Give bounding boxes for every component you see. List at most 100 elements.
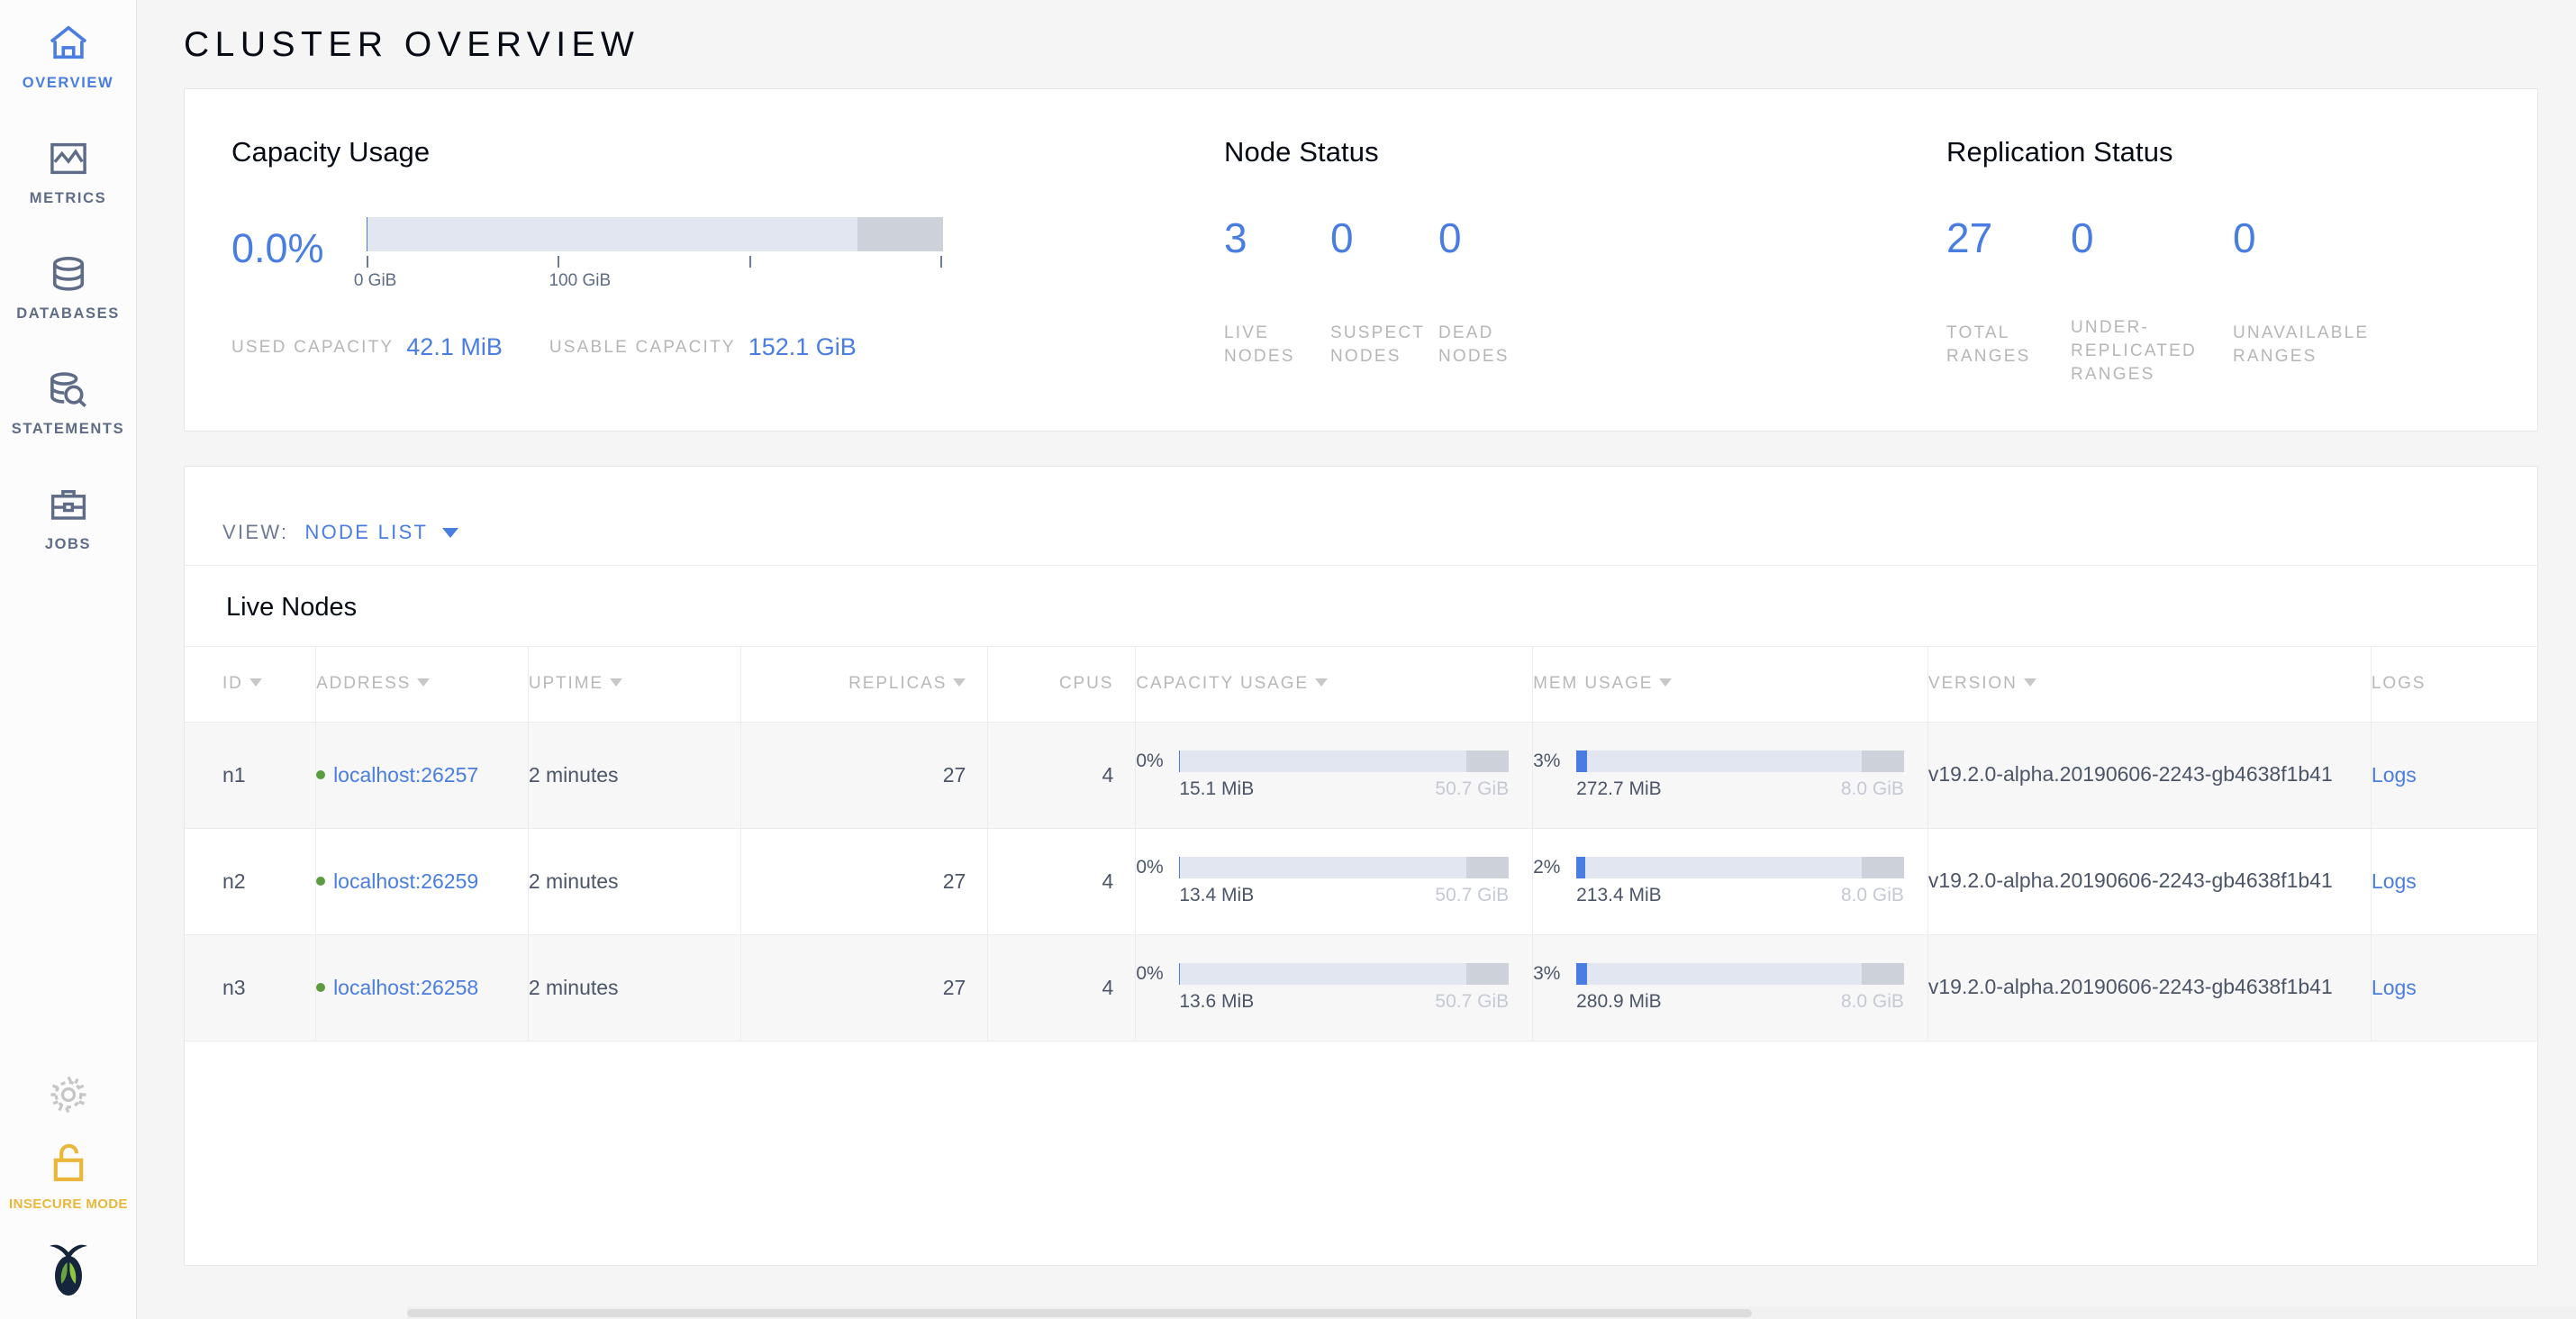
replication-status-section: Replication Status 27 TOTAL RANGES 0 UND…: [1918, 136, 2537, 387]
capacity-percent: 0%: [1136, 750, 1179, 772]
sidebar-bottom: INSECURE MODE: [0, 1074, 137, 1319]
cell-cpus: 4: [988, 934, 1136, 1041]
usable-capacity-label: USABLE CAPACITY: [549, 336, 736, 359]
sort-arrow-icon[interactable]: [1315, 678, 1328, 687]
column-label: CPUS: [1059, 674, 1113, 693]
version-text: v19.2.0-alpha.20190606-2243-gb4638f1b41: [1928, 975, 2333, 998]
counter-value: 0: [1438, 217, 1565, 316]
main-content: CLUSTER OVERVIEW Capacity Usage 0.0%: [137, 0, 2576, 1319]
view-value[interactable]: NODE LIST: [304, 521, 428, 544]
cell-address: localhost:26257: [316, 722, 529, 828]
logs-link[interactable]: Logs: [2372, 869, 2417, 893]
capacity-gauge-ticks: [367, 256, 943, 268]
sidebar-item-overview[interactable]: OVERVIEW: [0, 20, 137, 92]
database-search-icon: [49, 366, 88, 413]
mem-bar-overhead: [1862, 963, 1904, 985]
counter-value: 0: [2071, 217, 2233, 316]
sidebar-item-label: DATABASES: [16, 305, 120, 323]
table-header-row: ID ADDRESS UPTIME REPLICAS CPUS CAPACITY…: [185, 646, 2537, 722]
column-header-mem-usage[interactable]: MEM USAGE: [1533, 646, 1928, 722]
mem-percent: 2%: [1533, 857, 1576, 878]
cell-address: localhost:26259: [316, 828, 529, 934]
column-header-cpus[interactable]: CPUS: [988, 646, 1136, 722]
cell-version: v19.2.0-alpha.20190606-2243-gb4638f1b41: [1927, 828, 2371, 934]
column-label: MEM USAGE: [1533, 674, 1653, 693]
column-header-id[interactable]: ID: [185, 646, 316, 722]
page-title: CLUSTER OVERVIEW: [137, 0, 2576, 88]
node-status-section: Node Status 3 LIVE NODES 0 SUSPECT NODES…: [1197, 136, 1918, 387]
sidebar-item-databases[interactable]: DATABASES: [0, 250, 137, 323]
column-label: VERSION: [1928, 674, 2018, 693]
capacity-bar-overhead: [1466, 857, 1510, 878]
column-label: ID: [222, 674, 243, 693]
status-dot-icon: [316, 983, 325, 992]
sidebar-item-label: OVERVIEW: [23, 75, 113, 92]
cell-uptime: 2 minutes: [528, 828, 740, 934]
cockroachdb-logo: [41, 1239, 96, 1303]
cell-uptime: 2 minutes: [528, 934, 740, 1041]
logs-link[interactable]: Logs: [2372, 763, 2417, 787]
suspect-nodes-counter: 0 SUSPECT NODES: [1330, 217, 1438, 368]
sidebar-item-metrics[interactable]: METRICS: [0, 135, 137, 207]
mem-bar: [1576, 857, 1904, 878]
nodes-card: VIEW: NODE LIST Live Nodes ID ADDRESS: [184, 466, 2538, 1266]
capacity-used: 15.1 MiB: [1179, 778, 1254, 800]
column-header-replicas[interactable]: REPLICAS: [740, 646, 988, 722]
address-link[interactable]: localhost:26257: [333, 763, 478, 787]
scrollbar-thumb[interactable]: [407, 1309, 1752, 1317]
horizontal-scrollbar[interactable]: [407, 1306, 2576, 1319]
sort-arrow-icon[interactable]: [249, 678, 262, 687]
mem-bar-overhead: [1862, 857, 1904, 878]
cell-replicas: 27: [740, 934, 988, 1041]
capacity-percent: 0.0%: [231, 228, 367, 268]
counter-value: 0: [1330, 217, 1438, 316]
axis-tick-label: 0 GiB: [354, 271, 397, 291]
cell-logs: Logs: [2371, 934, 2537, 1041]
sidebar-item-jobs[interactable]: JOBS: [0, 481, 137, 553]
sort-arrow-icon[interactable]: [953, 678, 966, 687]
column-header-capacity-usage[interactable]: CAPACITY USAGE: [1136, 646, 1533, 722]
column-header-address[interactable]: ADDRESS: [316, 646, 529, 722]
cell-cpus: 4: [988, 722, 1136, 828]
table-row: n1 localhost:26257 2 minutes 27 4 0%: [185, 722, 2537, 828]
table-empty-space: [185, 1042, 2537, 1265]
cell-logs: Logs: [2371, 828, 2537, 934]
sort-arrow-icon[interactable]: [2024, 678, 2036, 687]
cell-mem-usage: 2% 213.4 MiB 8.0 GiB: [1533, 828, 1928, 934]
capacity-total: 50.7 GiB: [1435, 991, 1509, 1013]
column-label: LOGS: [2372, 674, 2426, 693]
capacity-bar: [1179, 963, 1509, 985]
sidebar-item-label: METRICS: [30, 190, 106, 207]
gear-icon[interactable]: [48, 1074, 89, 1120]
unavailable-ranges-counter: 0 UNAVAILABLE RANGES: [2233, 217, 2413, 387]
app-root: OVERVIEW METRICS DATABASES: [0, 0, 2576, 1319]
sidebar-item-statements[interactable]: STATEMENTS: [0, 366, 137, 438]
dead-nodes-counter: 0 DEAD NODES: [1438, 217, 1565, 368]
mem-used: 213.4 MiB: [1576, 885, 1662, 906]
column-header-version[interactable]: VERSION: [1927, 646, 2371, 722]
address-link[interactable]: localhost:26258: [333, 976, 478, 999]
cell-address: localhost:26258: [316, 934, 529, 1041]
view-selector-bar: VIEW: NODE LIST: [185, 501, 2537, 566]
mem-percent: 3%: [1533, 963, 1576, 985]
chevron-down-icon[interactable]: [442, 528, 458, 538]
node-status-title: Node Status: [1224, 136, 1918, 168]
mem-bar-overhead: [1862, 750, 1904, 772]
address-link[interactable]: localhost:26259: [333, 869, 478, 893]
sort-arrow-icon[interactable]: [610, 678, 622, 687]
insecure-mode-label: INSECURE MODE: [9, 1196, 128, 1212]
column-header-uptime[interactable]: UPTIME: [528, 646, 740, 722]
cell-logs: Logs: [2371, 722, 2537, 828]
column-header-logs: LOGS: [2371, 646, 2537, 722]
table-body: n1 localhost:26257 2 minutes 27 4 0%: [185, 722, 2537, 1041]
sort-arrow-icon[interactable]: [417, 678, 430, 687]
logs-link[interactable]: Logs: [2372, 976, 2417, 999]
mem-bar-fill: [1576, 963, 1587, 985]
live-nodes-table-wrap: Live Nodes ID ADDRESS UPTIME REPLICAS: [185, 566, 2537, 1265]
sort-arrow-icon[interactable]: [1659, 678, 1672, 687]
mem-bar-fill: [1576, 750, 1587, 772]
counter-label: LIVE NODES: [1224, 316, 1330, 368]
used-capacity-value: 42.1 MiB: [406, 334, 503, 359]
view-label: VIEW:: [222, 521, 288, 544]
capacity-usage-section: Capacity Usage 0.0% 0 GiB 100 Gi: [185, 136, 1197, 387]
